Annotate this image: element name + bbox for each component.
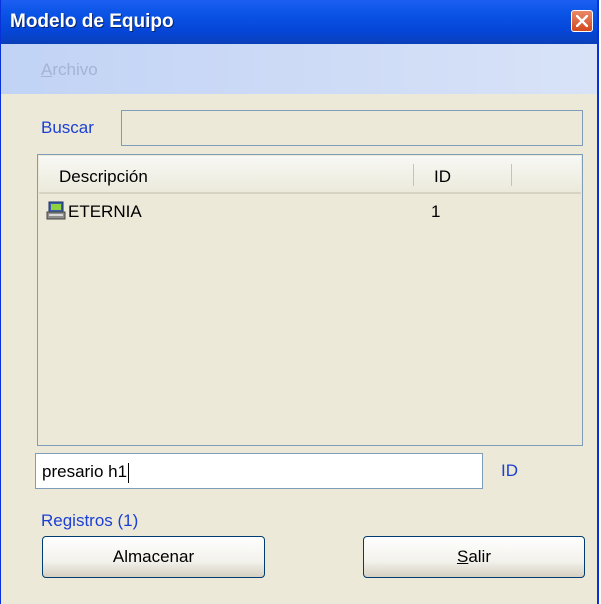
column-separator[interactable] — [413, 164, 414, 186]
menu-archivo-accel: A — [41, 60, 53, 79]
row-descripcion: ETERNIA — [68, 202, 142, 221]
save-button[interactable]: Almacenar — [42, 536, 265, 578]
row-id: 1 — [431, 202, 441, 221]
model-name-value: presario h1 — [42, 462, 128, 481]
close-button[interactable] — [571, 10, 593, 32]
column-header-descripcion[interactable]: Descripción — [59, 167, 148, 187]
window-title: Modelo de Equipo — [10, 11, 174, 32]
equipment-list[interactable]: Descripción ID ETERNIA 1 — [37, 154, 583, 446]
exit-label: alir — [468, 547, 491, 566]
title-bar[interactable]: Modelo de Equipo — [1, 0, 597, 44]
menu-archivo[interactable]: Archivo — [41, 60, 98, 80]
exit-accel: S — [456, 547, 469, 566]
text-caret — [128, 462, 130, 483]
column-separator[interactable] — [511, 164, 512, 186]
list-row[interactable]: ETERNIA 1 — [46, 199, 566, 223]
id-label: ID — [501, 461, 518, 480]
search-input[interactable] — [121, 110, 583, 146]
close-icon — [576, 15, 588, 27]
registros-count: Registros (1) — [41, 511, 139, 530]
column-header-id[interactable]: ID — [434, 167, 451, 187]
menu-bar: Archivo — [1, 44, 597, 94]
list-header: Descripción ID — [39, 156, 581, 194]
exit-button[interactable]: Salir — [363, 536, 585, 578]
main-window: Modelo de Equipo Archivo Buscar Descripc… — [0, 0, 599, 604]
computer-icon — [46, 201, 66, 220]
model-name-input[interactable]: presario h1 — [35, 453, 483, 489]
menu-archivo-label: rchivo — [52, 60, 98, 79]
search-label: Buscar — [41, 118, 94, 137]
